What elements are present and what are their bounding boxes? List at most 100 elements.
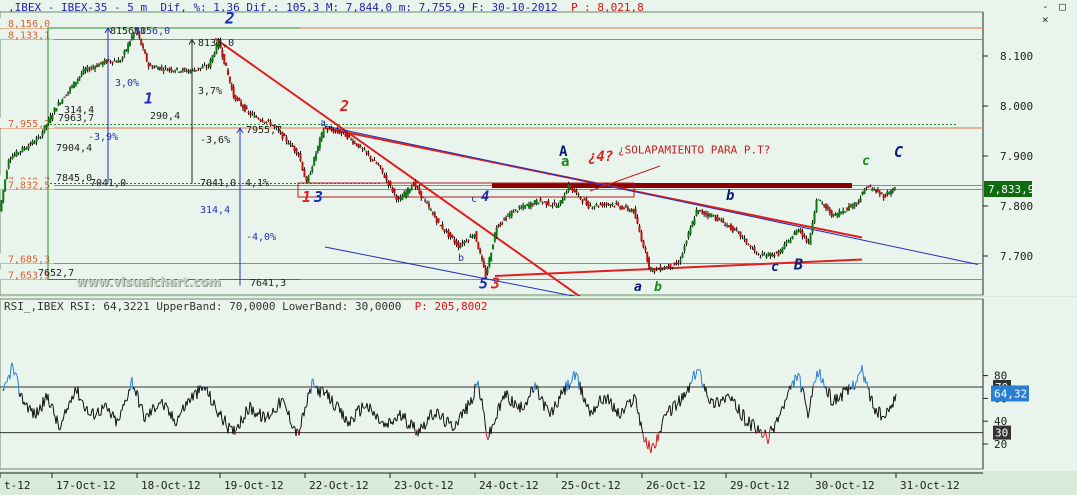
candle-body: [80, 73, 83, 76]
y-tick-label: 8.100: [1000, 50, 1033, 63]
candle-body: [553, 202, 556, 204]
x-tick-label: 17-Oct-12: [56, 479, 116, 492]
candle-body: [375, 162, 378, 164]
rsi-chart[interactable]: 80604020703064,32: [0, 297, 1077, 471]
candle-body: [111, 61, 114, 64]
candle-body: [506, 215, 509, 217]
rsi-segment: [337, 402, 340, 407]
candle-body: [605, 202, 608, 205]
candle-body: [505, 217, 508, 221]
rsi-segment: [65, 408, 68, 414]
candle-body: [490, 252, 493, 262]
rsi-segment: [478, 387, 481, 399]
rsi-segment: [166, 405, 169, 408]
rsi-segment: [803, 392, 806, 401]
candle-body: [350, 139, 353, 141]
candle-body: [357, 143, 360, 148]
candle-body: [775, 251, 778, 253]
rsi-segment: [496, 406, 499, 419]
rsi-segment: [400, 419, 403, 421]
price-chart[interactable]: 8,156,08,133,17,955,77,840,77,832,57,685…: [0, 0, 1077, 296]
candle-body: [299, 153, 302, 161]
y-tick-label: 8.000: [1000, 100, 1033, 113]
rsi-segment: [432, 416, 435, 421]
candle-body: [207, 64, 210, 67]
candle-body: [103, 59, 106, 64]
rsi-segment: [178, 414, 181, 418]
candle-body: [791, 236, 794, 240]
candle-body: [840, 211, 843, 214]
rsi-segment: [214, 404, 217, 411]
candle-body: [531, 203, 534, 206]
rsi-segment: [362, 406, 365, 409]
candle-body: [301, 162, 304, 171]
candle-body: [630, 209, 633, 212]
candle-body: [611, 204, 614, 206]
rsi-segment: [33, 408, 36, 416]
rsi-segment: [547, 409, 550, 413]
rsi-segment: [92, 408, 95, 420]
candle-body: [123, 50, 126, 56]
rsi-segment: [599, 395, 602, 403]
price-chart-pane[interactable]: ,IBEX - IBEX-35 - 5 m Dif, %: 1,36 Dif.:…: [0, 0, 1077, 296]
candle-body: [653, 269, 656, 272]
rsi-segment: [189, 399, 192, 404]
candle-body: [467, 239, 470, 241]
rsi-segment: [590, 409, 593, 413]
rsi-segment: [716, 397, 719, 401]
rsi-segment: [722, 396, 725, 400]
candle-body: [882, 194, 885, 199]
candle-body: [603, 204, 606, 206]
candle-body: [537, 202, 540, 205]
rsi-segment: [785, 397, 788, 401]
rsi-segment: [115, 418, 118, 427]
candle-body: [524, 205, 527, 209]
rsi-segment: [875, 407, 878, 414]
rsi-segment: [700, 373, 703, 385]
candle-body: [884, 195, 887, 197]
resistance-zone: [492, 183, 852, 188]
rsi-segment: [461, 409, 464, 419]
candle-body: [886, 191, 889, 196]
measure-label: 4,1%: [245, 178, 269, 189]
candle-body: [599, 204, 602, 206]
rsi-segment: [121, 404, 124, 411]
candle-body: [581, 200, 584, 203]
candle-body: [512, 211, 515, 213]
rsi-segment: [358, 405, 361, 417]
rsi-pane[interactable]: 80604020703064,32 RSI_,IBEX RSI: 64,3221…: [0, 297, 1077, 471]
candle-body: [84, 69, 87, 72]
candle-body: [705, 212, 708, 215]
candle-body: [189, 70, 192, 73]
candle-body: [863, 189, 866, 194]
candle-body: [589, 205, 592, 207]
rsi-segment: [56, 415, 59, 424]
rsi-segment: [491, 423, 494, 426]
rsi-segment: [60, 420, 63, 427]
candle-body: [245, 107, 248, 109]
candle-body: [567, 183, 570, 192]
candle-body: [115, 61, 118, 63]
candle-body: [875, 189, 878, 193]
rsi-segment: [761, 436, 764, 439]
rsi-segment: [798, 373, 801, 377]
candle-body: [160, 67, 163, 69]
rsi-segment: [685, 391, 688, 394]
rsi-segment: [127, 389, 130, 397]
candle-body: [729, 224, 732, 230]
candle-body: [29, 142, 32, 145]
candle-body: [311, 167, 314, 172]
candle-body: [595, 203, 598, 206]
rsi-segment: [9, 366, 12, 380]
rsi-segment: [665, 411, 668, 416]
rsi-segment: [440, 414, 443, 419]
rsi-segment: [171, 411, 174, 422]
candle-body: [555, 205, 558, 208]
rsi-segment: [95, 411, 98, 416]
rsi-segment: [4, 382, 7, 384]
candle-body: [499, 223, 502, 225]
candle-body: [261, 119, 264, 122]
rsi-segment: [300, 414, 303, 428]
rsi-segment: [298, 428, 301, 436]
rsi-segment: [661, 417, 664, 424]
